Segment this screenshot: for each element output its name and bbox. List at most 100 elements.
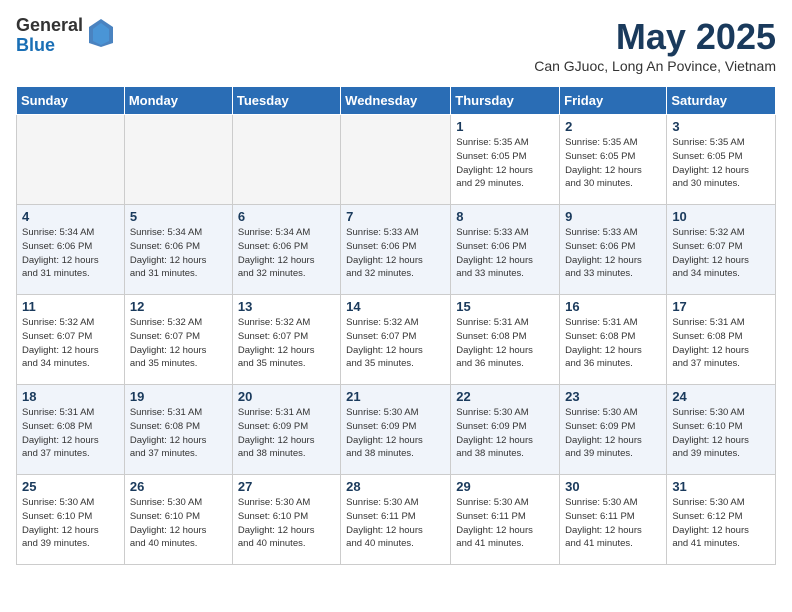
logo: General Blue xyxy=(16,16,115,56)
week-row-2: 4 Sunrise: 5:34 AM Sunset: 6:06 PM Daylig… xyxy=(17,205,776,295)
day-info: Sunrise: 5:30 AM Sunset: 6:10 PM Dayligh… xyxy=(22,496,119,551)
day-info: Sunrise: 5:33 AM Sunset: 6:06 PM Dayligh… xyxy=(565,226,661,281)
day-number: 18 xyxy=(22,389,119,404)
day-info: Sunrise: 5:31 AM Sunset: 6:08 PM Dayligh… xyxy=(672,316,770,371)
day-number: 6 xyxy=(238,209,335,224)
day-number: 9 xyxy=(565,209,661,224)
day-info: Sunrise: 5:35 AM Sunset: 6:05 PM Dayligh… xyxy=(456,136,554,191)
day-number: 28 xyxy=(346,479,445,494)
calendar-cell: 12 Sunrise: 5:32 AM Sunset: 6:07 PM Dayli… xyxy=(124,295,232,385)
day-info: Sunrise: 5:34 AM Sunset: 6:06 PM Dayligh… xyxy=(238,226,335,281)
calendar-cell: 10 Sunrise: 5:32 AM Sunset: 6:07 PM Dayli… xyxy=(667,205,776,295)
week-row-4: 18 Sunrise: 5:31 AM Sunset: 6:08 PM Dayli… xyxy=(17,385,776,475)
calendar-cell: 29Sunrise: 5:30 AM Sunset: 6:11 PM Dayli… xyxy=(451,475,560,565)
day-number: 11 xyxy=(22,299,119,314)
calendar-cell: 5 Sunrise: 5:34 AM Sunset: 6:06 PM Daylig… xyxy=(124,205,232,295)
day-info: Sunrise: 5:30 AM Sunset: 6:12 PM Dayligh… xyxy=(672,496,770,551)
day-info: Sunrise: 5:30 AM Sunset: 6:09 PM Dayligh… xyxy=(346,406,445,461)
calendar-cell: 23 Sunrise: 5:30 AM Sunset: 6:09 PM Dayli… xyxy=(560,385,667,475)
day-info: Sunrise: 5:30 AM Sunset: 6:11 PM Dayligh… xyxy=(346,496,445,551)
title-block: May 2025 Can GJuoc, Long An Povince, Vie… xyxy=(534,16,776,74)
weekday-header-tuesday: Tuesday xyxy=(232,87,340,115)
day-info: Sunrise: 5:32 AM Sunset: 6:07 PM Dayligh… xyxy=(672,226,770,281)
day-number: 16 xyxy=(565,299,661,314)
calendar-cell: 16 Sunrise: 5:31 AM Sunset: 6:08 PM Dayli… xyxy=(560,295,667,385)
calendar-table: SundayMondayTuesdayWednesdayThursdayFrid… xyxy=(16,86,776,565)
calendar-cell: 15Sunrise: 5:31 AM Sunset: 6:08 PM Dayli… xyxy=(451,295,560,385)
logo-icon xyxy=(87,17,115,54)
day-number: 23 xyxy=(565,389,661,404)
day-info: Sunrise: 5:34 AM Sunset: 6:06 PM Dayligh… xyxy=(130,226,227,281)
calendar-cell: 25 Sunrise: 5:30 AM Sunset: 6:10 PM Dayli… xyxy=(17,475,125,565)
calendar-cell: 22 Sunrise: 5:30 AM Sunset: 6:09 PM Dayli… xyxy=(451,385,560,475)
month-title: May 2025 xyxy=(534,16,776,58)
day-number: 26 xyxy=(130,479,227,494)
day-number: 21 xyxy=(346,389,445,404)
calendar-cell: 17 Sunrise: 5:31 AM Sunset: 6:08 PM Dayli… xyxy=(667,295,776,385)
day-number: 5 xyxy=(130,209,227,224)
calendar-cell: 9 Sunrise: 5:33 AM Sunset: 6:06 PM Daylig… xyxy=(560,205,667,295)
day-info: Sunrise: 5:32 AM Sunset: 6:07 PM Dayligh… xyxy=(130,316,227,371)
day-number: 27 xyxy=(238,479,335,494)
day-info: Sunrise: 5:34 AM Sunset: 6:06 PM Dayligh… xyxy=(22,226,119,281)
calendar-cell: 14Sunrise: 5:32 AM Sunset: 6:07 PM Dayli… xyxy=(341,295,451,385)
day-number: 4 xyxy=(22,209,119,224)
calendar-cell: 19 Sunrise: 5:31 AM Sunset: 6:08 PM Dayli… xyxy=(124,385,232,475)
day-number: 13 xyxy=(238,299,335,314)
calendar-cell: 6 Sunrise: 5:34 AM Sunset: 6:06 PM Daylig… xyxy=(232,205,340,295)
day-info: Sunrise: 5:33 AM Sunset: 6:06 PM Dayligh… xyxy=(456,226,554,281)
day-number: 14 xyxy=(346,299,445,314)
day-info: Sunrise: 5:30 AM Sunset: 6:09 PM Dayligh… xyxy=(456,406,554,461)
calendar-cell: 24Sunrise: 5:30 AM Sunset: 6:10 PM Dayli… xyxy=(667,385,776,475)
day-info: Sunrise: 5:30 AM Sunset: 6:10 PM Dayligh… xyxy=(130,496,227,551)
weekday-header-sunday: Sunday xyxy=(17,87,125,115)
calendar-cell xyxy=(17,115,125,205)
week-row-1: 1Sunrise: 5:35 AM Sunset: 6:05 PM Daylig… xyxy=(17,115,776,205)
subtitle: Can GJuoc, Long An Povince, Vietnam xyxy=(534,58,776,74)
day-info: Sunrise: 5:30 AM Sunset: 6:09 PM Dayligh… xyxy=(565,406,661,461)
day-number: 17 xyxy=(672,299,770,314)
calendar-cell: 13 Sunrise: 5:32 AM Sunset: 6:07 PM Dayli… xyxy=(232,295,340,385)
day-info: Sunrise: 5:31 AM Sunset: 6:09 PM Dayligh… xyxy=(238,406,335,461)
calendar-cell xyxy=(124,115,232,205)
calendar-cell: 30Sunrise: 5:30 AM Sunset: 6:11 PM Dayli… xyxy=(560,475,667,565)
calendar-cell: 27Sunrise: 5:30 AM Sunset: 6:10 PM Dayli… xyxy=(232,475,340,565)
day-info: Sunrise: 5:32 AM Sunset: 6:07 PM Dayligh… xyxy=(238,316,335,371)
page-header: General Blue May 2025 Can GJuoc, Long An… xyxy=(16,16,776,74)
day-number: 12 xyxy=(130,299,227,314)
calendar-cell: 20 Sunrise: 5:31 AM Sunset: 6:09 PM Dayli… xyxy=(232,385,340,475)
weekday-header-monday: Monday xyxy=(124,87,232,115)
day-number: 25 xyxy=(22,479,119,494)
day-info: Sunrise: 5:35 AM Sunset: 6:05 PM Dayligh… xyxy=(672,136,770,191)
logo-blue: Blue xyxy=(16,36,83,56)
weekday-header-thursday: Thursday xyxy=(451,87,560,115)
calendar-cell: 1Sunrise: 5:35 AM Sunset: 6:05 PM Daylig… xyxy=(451,115,560,205)
day-number: 20 xyxy=(238,389,335,404)
calendar-cell: 4 Sunrise: 5:34 AM Sunset: 6:06 PM Daylig… xyxy=(17,205,125,295)
calendar-cell: 21 Sunrise: 5:30 AM Sunset: 6:09 PM Dayli… xyxy=(341,385,451,475)
day-number: 19 xyxy=(130,389,227,404)
day-info: Sunrise: 5:31 AM Sunset: 6:08 PM Dayligh… xyxy=(565,316,661,371)
calendar-cell: 7Sunrise: 5:33 AM Sunset: 6:06 PM Daylig… xyxy=(341,205,451,295)
weekday-header-saturday: Saturday xyxy=(667,87,776,115)
day-number: 2 xyxy=(565,119,661,134)
day-number: 8 xyxy=(456,209,554,224)
day-number: 22 xyxy=(456,389,554,404)
weekday-header-friday: Friday xyxy=(560,87,667,115)
day-number: 7 xyxy=(346,209,445,224)
day-number: 31 xyxy=(672,479,770,494)
week-row-3: 11 Sunrise: 5:32 AM Sunset: 6:07 PM Dayli… xyxy=(17,295,776,385)
day-info: Sunrise: 5:31 AM Sunset: 6:08 PM Dayligh… xyxy=(130,406,227,461)
calendar-cell: 31 Sunrise: 5:30 AM Sunset: 6:12 PM Dayli… xyxy=(667,475,776,565)
day-info: Sunrise: 5:31 AM Sunset: 6:08 PM Dayligh… xyxy=(22,406,119,461)
logo-general: General xyxy=(16,16,83,36)
day-number: 10 xyxy=(672,209,770,224)
day-info: Sunrise: 5:35 AM Sunset: 6:05 PM Dayligh… xyxy=(565,136,661,191)
day-info: Sunrise: 5:31 AM Sunset: 6:08 PM Dayligh… xyxy=(456,316,554,371)
calendar-cell: 11Sunrise: 5:32 AM Sunset: 6:07 PM Dayli… xyxy=(17,295,125,385)
calendar-cell: 18 Sunrise: 5:31 AM Sunset: 6:08 PM Dayli… xyxy=(17,385,125,475)
week-row-5: 25 Sunrise: 5:30 AM Sunset: 6:10 PM Dayli… xyxy=(17,475,776,565)
day-number: 30 xyxy=(565,479,661,494)
calendar-cell xyxy=(341,115,451,205)
calendar-cell: 26 Sunrise: 5:30 AM Sunset: 6:10 PM Dayli… xyxy=(124,475,232,565)
